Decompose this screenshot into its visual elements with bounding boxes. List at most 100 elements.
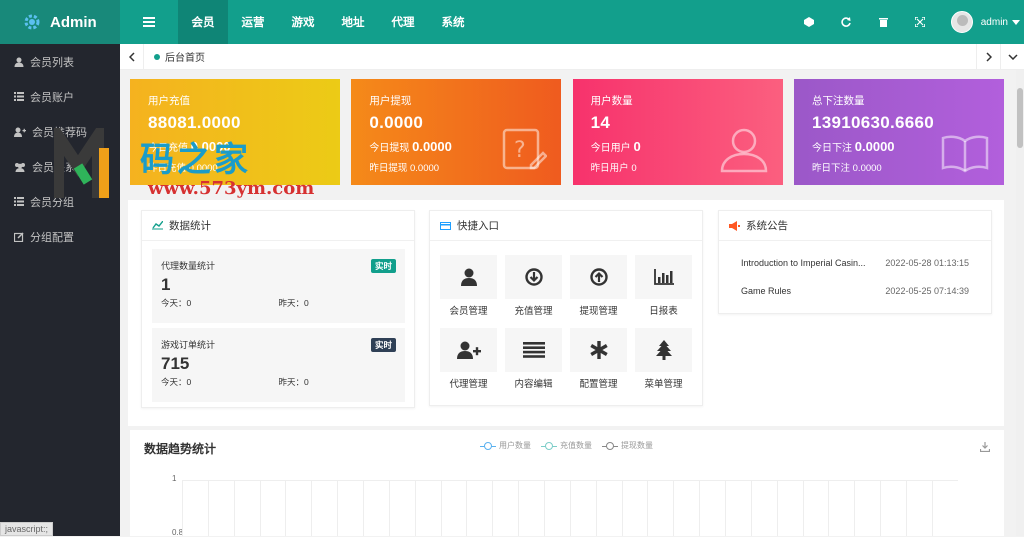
quick-icon-box bbox=[570, 328, 627, 372]
svg-text:?: ? bbox=[514, 138, 526, 163]
grid-column bbox=[854, 481, 880, 536]
nav-item-operation[interactable]: 运营 bbox=[228, 0, 278, 44]
chevron-left-icon bbox=[128, 51, 135, 62]
stat-card-users[interactable]: 用户数量 14 今日用户 0 昨日用户 0 bbox=[572, 79, 783, 185]
brand-logo[interactable]: Admin bbox=[0, 0, 120, 44]
grid-column bbox=[311, 481, 337, 536]
stat-agent-count: 代理数量统计 实时 1 今天：0 昨天：0 bbox=[152, 249, 405, 323]
grid-column bbox=[931, 481, 958, 536]
page-scrollbar[interactable] bbox=[1016, 70, 1024, 536]
theme-button[interactable] bbox=[791, 0, 828, 44]
panel-title: 快捷入口 bbox=[457, 220, 499, 232]
quick-label: 内容编辑 bbox=[514, 379, 553, 390]
stat-card-bets[interactable]: 总下注数量 13910630.6660 今日下注 0.0000 昨日下注 0.0… bbox=[793, 79, 1004, 185]
tab-menu-button[interactable] bbox=[1000, 44, 1024, 70]
status-badge: 实时 bbox=[370, 338, 396, 352]
quick-config-manage[interactable]: 配置管理 bbox=[570, 328, 627, 394]
stat-card-withdraw[interactable]: 用户提现 0.0000 今日提现 0.0000 昨日提现 0.0000 ? bbox=[351, 79, 562, 185]
top-nav: 会员 运营 游戏 地址 代理 系统 bbox=[178, 0, 478, 44]
users-icon bbox=[15, 162, 25, 172]
clear-cache-button[interactable] bbox=[865, 0, 902, 44]
quick-content-edit[interactable]: 内容编辑 bbox=[505, 328, 562, 394]
chevron-down-icon bbox=[1007, 54, 1018, 60]
list-icon bbox=[14, 92, 24, 101]
quick-daily-report[interactable]: 日报表 bbox=[635, 255, 692, 321]
notice-item[interactable]: Game Rules 2022-05-25 07:14:39 bbox=[719, 277, 991, 305]
grid-column bbox=[182, 481, 208, 536]
grid-column bbox=[776, 481, 803, 536]
menu-toggle-button[interactable] bbox=[120, 0, 178, 44]
nav-item-game[interactable]: 游戏 bbox=[278, 0, 328, 44]
stat-today: 今天：0 bbox=[161, 377, 192, 387]
sidebar-item-group-config[interactable]: 分组配置 bbox=[0, 219, 120, 254]
grid-column bbox=[207, 481, 234, 536]
grid-column bbox=[285, 481, 311, 536]
notice-title[interactable]: Introduction to Imperial Casin... bbox=[741, 258, 866, 268]
fullscreen-button[interactable] bbox=[902, 0, 939, 44]
quick-label: 配置管理 bbox=[579, 379, 618, 390]
legend-item-users[interactable]: 用户数量 bbox=[480, 440, 531, 451]
chevron-down-icon[interactable] bbox=[1012, 19, 1020, 25]
chart-legend: 用户数量 充值数量 提现数量 bbox=[480, 440, 663, 451]
grid-column bbox=[621, 481, 648, 536]
grid-column bbox=[363, 481, 389, 536]
quick-icon-box bbox=[505, 255, 562, 299]
grid-column bbox=[647, 481, 673, 536]
quick-label: 提现管理 bbox=[579, 306, 618, 317]
menu-icon bbox=[143, 17, 155, 27]
tab-scroll-right-button[interactable] bbox=[976, 44, 1000, 70]
quick-icon-box bbox=[505, 328, 562, 372]
tab-home[interactable]: 后台首页 bbox=[144, 44, 215, 70]
quick-entry-panel: 快捷入口 会员管理 充值管理 提现管理 日报表 代理管理 内容编辑 配置管理 菜… bbox=[429, 210, 703, 406]
nav-item-system[interactable]: 系统 bbox=[428, 0, 478, 44]
nav-item-agent[interactable]: 代理 bbox=[378, 0, 428, 44]
watermark-logo-icon bbox=[54, 128, 109, 198]
quick-label: 会员管理 bbox=[449, 306, 488, 317]
nav-item-member[interactable]: 会员 bbox=[178, 0, 228, 44]
sidebar-item-label: 分组配置 bbox=[30, 231, 74, 244]
stat-game-orders: 游戏订单统计 实时 715 今天：0 昨天：0 bbox=[152, 328, 405, 402]
quick-agent-manage[interactable]: 代理管理 bbox=[440, 328, 497, 394]
credit-card-icon bbox=[440, 221, 451, 230]
quick-icon-box bbox=[635, 328, 692, 372]
sidebar-item-member-list[interactable]: 会员列表 bbox=[0, 44, 120, 79]
grid-column bbox=[388, 481, 415, 536]
lines-icon bbox=[522, 342, 545, 358]
book-icon bbox=[941, 135, 989, 173]
refresh-button[interactable] bbox=[828, 0, 865, 44]
user-icon bbox=[14, 57, 24, 67]
tab-controls bbox=[976, 44, 1024, 70]
grid-column bbox=[466, 481, 492, 536]
legend-item-withdraw[interactable]: 提现数量 bbox=[602, 440, 653, 451]
tab-scroll-left-button[interactable] bbox=[120, 43, 144, 70]
panel-title: 系统公告 bbox=[746, 220, 788, 232]
scrollbar-thumb[interactable] bbox=[1017, 88, 1023, 148]
quick-recharge-manage[interactable]: 充值管理 bbox=[505, 255, 562, 321]
stat-row: 今天：0 昨天：0 bbox=[161, 297, 396, 309]
grid-column bbox=[673, 481, 699, 536]
sidebar-item-member-account[interactable]: 会员账户 bbox=[0, 79, 120, 114]
download-icon[interactable] bbox=[980, 442, 990, 452]
quick-menu-manage[interactable]: 菜单管理 bbox=[635, 328, 692, 394]
notice-title[interactable]: Game Rules bbox=[741, 286, 791, 296]
legend-marker bbox=[602, 441, 618, 450]
user-name[interactable]: admin bbox=[981, 17, 1008, 28]
chart-grid bbox=[182, 480, 958, 536]
grid-column bbox=[906, 481, 932, 536]
legend-item-recharge[interactable]: 充值数量 bbox=[541, 440, 592, 451]
sidebar: 会员列表 会员账户 会员推荐码 会员关系 会员分组 分组配置 javascrip… bbox=[0, 44, 120, 536]
y-tick-label: 1 bbox=[172, 474, 177, 483]
sidebar-item-label: 会员账户 bbox=[30, 91, 74, 104]
arrow-down-circle-icon bbox=[524, 268, 543, 286]
quick-grid: 会员管理 充值管理 提现管理 日报表 代理管理 内容编辑 配置管理 菜单管理 bbox=[440, 255, 692, 394]
nav-item-address[interactable]: 地址 bbox=[328, 0, 378, 44]
notice-item[interactable]: Introduction to Imperial Casin... 2022-0… bbox=[719, 249, 991, 277]
grid-column bbox=[725, 481, 751, 536]
watermark-url: www.573ym.com bbox=[148, 178, 315, 199]
avatar[interactable] bbox=[950, 11, 973, 33]
quick-withdraw-manage[interactable]: 提现管理 bbox=[570, 255, 627, 321]
stat-title: 用户数量 bbox=[590, 95, 633, 107]
stat-today: 今天：0 bbox=[161, 298, 192, 308]
quick-member-manage[interactable]: 会员管理 bbox=[440, 255, 497, 321]
users-outline-icon bbox=[720, 128, 767, 173]
